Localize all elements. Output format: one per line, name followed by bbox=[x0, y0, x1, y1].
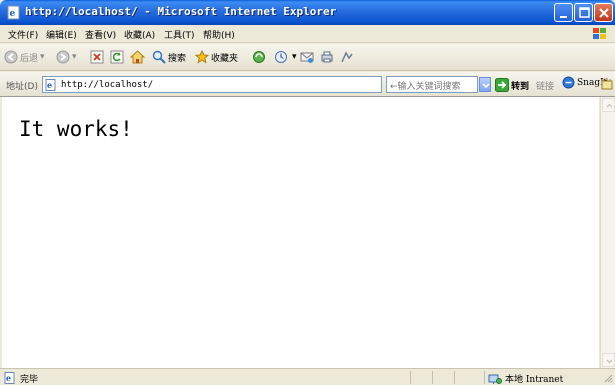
mail-button[interactable] bbox=[300, 48, 314, 66]
keyword-search-input[interactable]: ←输入关键词搜索 bbox=[386, 76, 478, 93]
zone-label: 本地 Intranet bbox=[505, 375, 564, 385]
windows-logo-icon bbox=[593, 28, 606, 39]
page-icon: e bbox=[45, 79, 56, 91]
back-button[interactable]: 后退 ▾ bbox=[4, 48, 45, 66]
status-divider bbox=[432, 371, 433, 384]
svg-text:e: e bbox=[10, 9, 16, 19]
menu-view[interactable]: 查看(V) bbox=[85, 28, 116, 41]
vertical-scrollbar[interactable] bbox=[600, 97, 615, 368]
toolbar-extension-icon[interactable] bbox=[601, 77, 613, 91]
status-divider bbox=[484, 371, 485, 384]
media-button[interactable] bbox=[252, 48, 266, 66]
stop-button[interactable] bbox=[90, 48, 104, 66]
svg-text:e: e bbox=[47, 80, 52, 90]
chevron-down-icon bbox=[482, 83, 490, 89]
search-label: 搜索 bbox=[168, 53, 187, 64]
resize-grip-icon[interactable] bbox=[602, 372, 613, 383]
forward-dropdown-icon[interactable]: ▾ bbox=[72, 52, 77, 62]
links-button[interactable]: 链接 bbox=[536, 79, 554, 92]
home-icon bbox=[130, 50, 145, 64]
svg-text:e: e bbox=[6, 373, 11, 383]
page-content: It works! bbox=[2, 97, 599, 368]
snagit-icon bbox=[562, 76, 575, 89]
print-button[interactable] bbox=[320, 48, 334, 66]
refresh-button[interactable] bbox=[110, 48, 124, 66]
address-field[interactable]: e bbox=[42, 76, 382, 93]
scroll-down-button[interactable] bbox=[602, 353, 615, 367]
close-button[interactable] bbox=[594, 3, 613, 22]
status-divider bbox=[410, 371, 411, 384]
history-dropdown-icon[interactable]: ▾ bbox=[292, 52, 297, 62]
search-button[interactable]: 搜索 bbox=[152, 48, 186, 66]
refresh-icon bbox=[110, 50, 124, 64]
menu-file[interactable]: 文件(F) bbox=[8, 28, 38, 41]
status-text: 完毕 bbox=[20, 375, 39, 385]
forward-arrow-icon bbox=[56, 50, 70, 64]
favorites-button[interactable]: 收藏夹 bbox=[195, 48, 238, 66]
page-heading: It works! bbox=[19, 117, 133, 141]
chevron-down-icon bbox=[606, 359, 613, 364]
home-button[interactable] bbox=[130, 48, 145, 66]
address-bar: 地址(D) e ←输入关键词搜索 转到 链接 bbox=[0, 72, 615, 97]
messenger-button[interactable] bbox=[340, 48, 354, 66]
history-button[interactable]: ▾ bbox=[274, 48, 297, 66]
back-dropdown-icon[interactable]: ▾ bbox=[40, 52, 45, 62]
back-arrow-icon bbox=[4, 50, 18, 64]
messenger-icon bbox=[341, 51, 353, 63]
media-icon bbox=[253, 51, 265, 63]
scroll-up-button[interactable] bbox=[602, 98, 615, 112]
maximize-button[interactable] bbox=[574, 3, 593, 22]
menu-favorites[interactable]: 收藏(A) bbox=[124, 28, 155, 41]
stop-icon bbox=[90, 50, 104, 64]
address-dropdown-button[interactable] bbox=[479, 77, 491, 92]
go-label: 转到 bbox=[511, 81, 530, 92]
search-icon bbox=[152, 50, 166, 64]
ie-page-icon: e bbox=[7, 5, 20, 20]
back-label: 后退 bbox=[20, 53, 39, 64]
page-done-icon: e bbox=[4, 372, 15, 384]
menu-edit[interactable]: 编辑(E) bbox=[46, 28, 77, 41]
title-bar[interactable]: e http://localhost/ - Microsoft Internet… bbox=[0, 0, 615, 25]
menu-tools[interactable]: 工具(T) bbox=[164, 28, 195, 41]
mail-icon bbox=[300, 52, 314, 63]
forward-button[interactable]: ▾ bbox=[56, 48, 77, 66]
go-button[interactable]: 转到 bbox=[495, 76, 529, 94]
window-title: http://localhost/ - Microsoft Internet E… bbox=[25, 5, 337, 18]
go-arrow-icon bbox=[495, 78, 509, 92]
print-icon bbox=[321, 51, 333, 63]
browser-window: e http://localhost/ - Microsoft Internet… bbox=[0, 0, 615, 385]
menu-help[interactable]: 帮助(H) bbox=[203, 28, 235, 41]
menu-bar: 文件(F) 编辑(E) 查看(V) 收藏(A) 工具(T) 帮助(H) bbox=[0, 25, 615, 43]
security-zone[interactable]: 本地 Intranet bbox=[488, 372, 563, 385]
history-icon bbox=[275, 51, 287, 63]
standard-toolbar: 后退 ▾ ▾ 搜索 收藏夹 ▾ bbox=[0, 44, 615, 71]
intranet-zone-icon bbox=[488, 374, 502, 384]
favorites-label: 收藏夹 bbox=[211, 53, 239, 64]
address-input[interactable] bbox=[61, 78, 379, 91]
chevron-up-icon bbox=[606, 103, 613, 108]
status-bar: e 完毕 本地 Intranet bbox=[0, 368, 615, 385]
address-label: 地址(D) bbox=[6, 82, 38, 92]
status-divider bbox=[454, 371, 455, 384]
favorites-star-icon bbox=[195, 50, 209, 64]
minimize-button[interactable] bbox=[554, 3, 573, 22]
